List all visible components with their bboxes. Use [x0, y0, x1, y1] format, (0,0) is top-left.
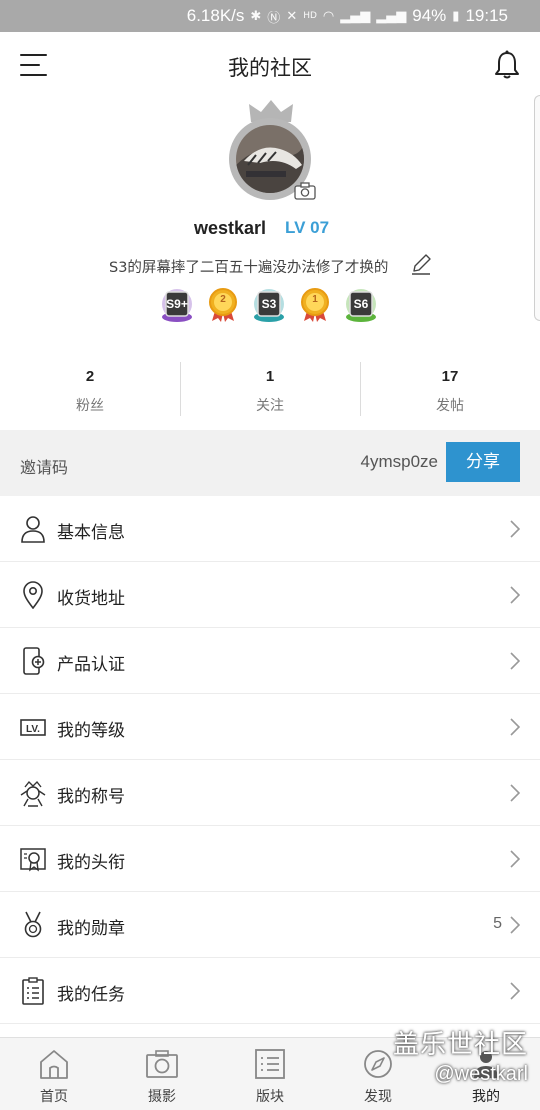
badge-row: S9+ 2 S3 1 S6: [160, 287, 378, 325]
clock: 19:15: [465, 6, 508, 25]
invite-code: 4ymsp0ze: [360, 452, 438, 471]
s3-badge-icon[interactable]: S3: [252, 287, 286, 323]
badge-text: 2: [220, 294, 226, 305]
camera-icon: [145, 1048, 179, 1080]
4g-signal-icon: ▂▄▆: [340, 8, 371, 24]
chevron-right-icon: [510, 586, 521, 604]
badge-text: S9+: [166, 297, 188, 311]
menu-my-rank[interactable]: 我的头衔: [0, 826, 540, 892]
boards-list-icon: [253, 1048, 287, 1080]
username: westkarl: [194, 218, 267, 238]
watermark-title: 盖乐世社区: [392, 1030, 528, 1060]
wifi-icon: ◠: [322, 8, 335, 24]
menu-basic-info[interactable]: 基本信息: [0, 496, 540, 562]
edge-panel-handle[interactable]: [534, 95, 540, 321]
chevron-right-icon: [510, 982, 521, 1000]
nav-home[interactable]: 首页: [0, 1038, 108, 1110]
watermark-user: @westkarl: [434, 1063, 528, 1085]
medal-icon: [20, 911, 46, 939]
menu-product-certification[interactable]: 产品认证: [0, 628, 540, 694]
chevron-right-icon: [510, 718, 521, 736]
certificate-icon: [20, 845, 46, 873]
menu-item-label: 我的称号: [57, 787, 125, 807]
chevron-right-icon: [510, 784, 521, 802]
chevron-right-icon: [510, 850, 521, 868]
nav-label: 发现: [364, 1089, 392, 1105]
menu-item-label: 产品认证: [57, 655, 125, 675]
badge-text: 1: [312, 294, 318, 305]
nav-label: 版块: [256, 1089, 284, 1105]
4g-signal-icon: ▂▄▆: [376, 8, 407, 24]
chevron-right-icon: [510, 916, 521, 934]
badge-text: S3: [261, 297, 277, 311]
menu-item-label: 我的头衔: [57, 853, 125, 873]
medal-2-badge-icon[interactable]: 2: [206, 287, 240, 323]
app-header: 我的社区: [0, 32, 540, 98]
stats-row: 2 粉丝 1 关注 17 发帖: [0, 360, 540, 418]
menu-item-label: 我的勋章: [57, 919, 125, 939]
page-title: 我的社区: [228, 56, 312, 80]
nav-label: 摄影: [148, 1089, 176, 1105]
menu-my-medals[interactable]: 我的勋章 5: [0, 892, 540, 958]
clipboard-icon: [20, 977, 46, 1005]
badge-text: S6: [353, 297, 369, 311]
location-pin-icon: [20, 581, 46, 610]
menu-my-level[interactable]: LV. 我的等级: [0, 694, 540, 760]
status-bar: 6.18K/s ✱ Ⓝ ✕ HD ◠ ▂▄▆ ▂▄▆ 94% ▮ 19:15: [0, 0, 540, 32]
chevron-right-icon: [510, 652, 521, 670]
menu-item-label: 收货地址: [57, 589, 125, 609]
nav-label: 我的: [472, 1089, 500, 1105]
stat-value: 2: [85, 368, 95, 385]
bluetooth-icon: ✱: [250, 8, 262, 24]
invite-label: 邀请码: [20, 458, 69, 477]
stat-fans[interactable]: 2 粉丝: [0, 360, 180, 418]
s6-badge-icon[interactable]: S6: [344, 287, 378, 323]
chevron-right-icon: [510, 520, 521, 538]
medal-1-badge-icon[interactable]: 1: [298, 287, 332, 323]
menu-item-label: 基本信息: [57, 523, 125, 543]
watermark: 盖乐世社区 @westkarl: [393, 1024, 528, 1086]
menu-my-title[interactable]: 我的称号: [0, 760, 540, 826]
settings-menu: 基本信息收货地址产品认证 LV. 我的等级我的称号我的头衔我的勋章 5 我的任务: [0, 496, 540, 1024]
title-crown-icon: [20, 779, 46, 807]
stat-value: 17: [441, 368, 459, 385]
camera-icon[interactable]: [294, 182, 316, 200]
mute-icon: ✕: [286, 8, 298, 24]
menu-shipping-address[interactable]: 收货地址: [0, 562, 540, 628]
nav-boards[interactable]: 版块: [216, 1038, 324, 1110]
menu-item-label: 我的等级: [57, 721, 125, 741]
home-icon: [37, 1048, 71, 1080]
stat-posts[interactable]: 17 发帖: [360, 360, 540, 418]
nfc-icon: Ⓝ: [267, 10, 281, 26]
menu-item-label: 我的任务: [57, 985, 125, 1005]
edit-pencil-icon[interactable]: [410, 253, 432, 275]
stat-following[interactable]: 1 关注: [180, 360, 360, 418]
stat-value: 1: [265, 368, 275, 385]
level-lv-icon: LV.: [20, 713, 46, 741]
battery-charging-icon: ▮: [452, 8, 460, 24]
stat-label: 粉丝: [76, 398, 104, 414]
invite-code-bar: 邀请码 4ymsp0ze 分享: [0, 430, 540, 496]
nav-photography[interactable]: 摄影: [108, 1038, 216, 1110]
compass-icon: [361, 1048, 395, 1080]
hd-voice-icon: HD: [303, 11, 317, 21]
user-level[interactable]: LV 07: [285, 218, 329, 238]
person-icon: [20, 515, 46, 543]
menu-item-count: 5: [493, 915, 502, 932]
stat-label: 发帖: [436, 398, 464, 414]
menu-my-tasks[interactable]: 我的任务: [0, 958, 540, 1024]
s9-plus-badge-icon[interactable]: S9+: [160, 287, 194, 323]
user-signature: S3的屏幕摔了二百五十遍没办法修了才换的: [109, 260, 389, 276]
phone-certify-icon: [20, 647, 46, 675]
svg-text:LV.: LV.: [26, 724, 40, 735]
share-button[interactable]: 分享: [446, 442, 520, 482]
bell-icon[interactable]: [494, 50, 520, 80]
nav-label: 首页: [40, 1089, 68, 1105]
stat-label: 关注: [256, 398, 284, 414]
battery-percent: 94%: [412, 6, 447, 25]
network-speed: 6.18K/s: [186, 6, 245, 25]
